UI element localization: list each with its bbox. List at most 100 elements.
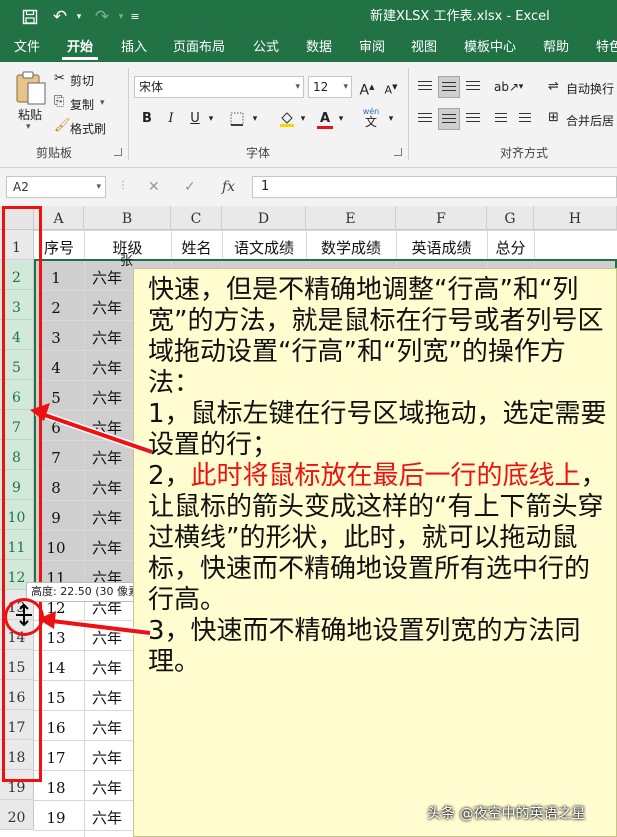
align-bottom-icon[interactable]	[462, 76, 484, 98]
align-left-icon[interactable]	[414, 108, 436, 130]
undo-dropdown-icon[interactable]: ▾	[74, 0, 84, 34]
cut-icon[interactable]: ✂	[54, 71, 65, 86]
header-cell[interactable]: 数学成绩	[306, 230, 396, 260]
cell-seq-number[interactable]: 15	[36, 680, 76, 710]
header-cell[interactable]: 语文成绩	[222, 230, 306, 260]
merge-center-button[interactable]: 合并后居	[566, 112, 614, 129]
fill-color-dropdown-icon[interactable]: ▾	[298, 108, 308, 130]
bold-button[interactable]: B	[136, 108, 158, 130]
borders-dropdown-icon[interactable]: ▾	[250, 108, 260, 130]
align-right-icon[interactable]	[462, 108, 484, 130]
paste-icon[interactable]	[14, 70, 48, 110]
save-icon[interactable]	[18, 0, 42, 34]
menu-help[interactable]: 帮助	[543, 34, 569, 62]
underline-button[interactable]: U	[184, 108, 206, 130]
cell-seq-number[interactable]: 10	[36, 530, 76, 560]
decrease-indent-icon[interactable]	[490, 108, 512, 130]
clipboard-group-label: 剪贴板	[36, 146, 73, 160]
font-launcher-icon[interactable]	[394, 148, 402, 156]
underline-dropdown-icon[interactable]: ▾	[206, 108, 216, 130]
row-header-highlight-frame	[2, 206, 42, 782]
align-top-icon[interactable]	[414, 76, 436, 98]
header-cell[interactable]: 姓名	[171, 230, 222, 260]
phonetic-guide-char: 文	[364, 115, 377, 129]
paste-button[interactable]: 粘贴	[18, 106, 42, 123]
row-header-20[interactable]: 20	[0, 800, 34, 830]
header-cell[interactable]: 英语成绩	[396, 230, 487, 260]
callout-text: 快速，但是不精确地调整“行高”和“列宽”的方法，就是鼠标在行号或者列号区域拖动设…	[148, 275, 610, 678]
format-painter-icon[interactable]: 🖌	[54, 118, 71, 133]
menu-page-layout[interactable]: 页面布局	[173, 34, 225, 62]
font-name-value: 宋体	[139, 80, 164, 94]
clipboard-launcher-icon[interactable]	[114, 148, 122, 156]
column-header-d[interactable]: D	[222, 206, 306, 230]
menu-file[interactable]: 文件	[14, 34, 40, 62]
cell-seq-number[interactable]: 4	[36, 350, 76, 380]
menu-view[interactable]: 视图	[411, 34, 437, 62]
increase-indent-icon[interactable]	[514, 108, 536, 130]
cell-seq-number[interactable]: 7	[36, 440, 76, 470]
copy-dropdown-icon[interactable]: ▾	[100, 98, 105, 108]
cell-seq-number[interactable]: 14	[36, 650, 76, 680]
cell-seq-number[interactable]: 9	[36, 500, 76, 530]
menu-special[interactable]: 特色	[596, 34, 617, 62]
column-header-c[interactable]: C	[171, 206, 222, 230]
font-name-select[interactable]: 宋体 ▾	[134, 76, 304, 98]
orientation-icon[interactable]: ab↗	[494, 76, 519, 98]
orientation-dropdown-icon[interactable]: ▾	[516, 76, 526, 98]
customize-icon[interactable]: ≡	[128, 0, 142, 34]
font-size-select[interactable]: 12 ▾	[308, 76, 352, 98]
cancel-icon[interactable]: ✕	[148, 176, 160, 198]
copy-icon[interactable]: ⎘	[54, 94, 64, 109]
cell-seq-number[interactable]: 19	[36, 800, 76, 830]
cell-seq-number[interactable]: 8	[36, 470, 76, 500]
font-color-dropdown-icon[interactable]: ▾	[336, 108, 346, 130]
menu-review[interactable]: 审阅	[359, 34, 385, 62]
column-header-b[interactable]: B	[84, 206, 171, 230]
enter-icon[interactable]: ✓	[184, 176, 196, 198]
insert-function-button[interactable]: fx	[222, 176, 235, 198]
copy-button[interactable]: 复制	[70, 96, 94, 113]
cell-seq-number[interactable]: 5	[36, 380, 76, 410]
cell-seq-number[interactable]: 1	[36, 260, 76, 290]
cell-seq-number[interactable]: 18	[36, 770, 76, 800]
column-header-g[interactable]: G	[487, 206, 534, 230]
active-tab-indicator	[62, 57, 98, 60]
cut-button[interactable]: 剪切	[70, 72, 94, 89]
phonetic-guide-button[interactable]: wén 文	[356, 106, 386, 128]
phonetic-dropdown-icon[interactable]: ▾	[386, 108, 396, 130]
paste-dropdown-icon[interactable]: ▾	[26, 122, 31, 132]
name-box[interactable]: A2 ▾	[6, 176, 106, 198]
undo-icon[interactable]: ↶	[48, 0, 72, 34]
font-color-icon[interactable]: A	[314, 108, 336, 130]
wrap-text-button[interactable]: 自动换行	[566, 80, 614, 97]
wrap-text-icon[interactable]: ⇌	[548, 79, 559, 94]
merge-center-icon[interactable]: ⊞	[548, 110, 559, 125]
menu-insert[interactable]: 插入	[121, 34, 147, 62]
header-cell[interactable]: 总分	[487, 230, 534, 260]
cell-seq-number[interactable]: 17	[36, 740, 76, 770]
formula-input[interactable]: 1	[252, 176, 617, 198]
cell-seq-number[interactable]: 3	[36, 320, 76, 350]
column-header-f[interactable]: F	[396, 206, 487, 230]
menu-formulas[interactable]: 公式	[253, 34, 279, 62]
cell-seq-number[interactable]: 16	[36, 710, 76, 740]
column-header-h[interactable]: H	[534, 206, 617, 230]
align-middle-icon[interactable]	[438, 76, 460, 98]
menu-template-center[interactable]: 模板中心	[464, 34, 516, 62]
format-painter-button[interactable]: 格式刷	[70, 120, 106, 137]
column-header-e[interactable]: E	[306, 206, 396, 230]
menu-data[interactable]: 数据	[306, 34, 332, 62]
decrease-font-icon[interactable]: A▼	[380, 76, 402, 98]
fill-color-icon[interactable]	[276, 108, 298, 130]
increase-font-icon[interactable]: A▲	[356, 76, 378, 99]
redo-icon[interactable]: ↷	[90, 0, 114, 34]
callout-paragraph-3-highlight: 此时将鼠标放在最后一行的底线上	[190, 461, 581, 491]
italic-button[interactable]: I	[160, 108, 182, 130]
align-center-icon[interactable]	[438, 108, 460, 130]
cell-seq-number[interactable]: 6	[36, 410, 76, 440]
borders-icon[interactable]	[226, 108, 248, 130]
redo-dropdown-icon[interactable]: ▾	[116, 0, 126, 34]
cell-seq-number[interactable]: 2	[36, 290, 76, 320]
cell-student-name-partial[interactable]: 张	[120, 250, 133, 269]
